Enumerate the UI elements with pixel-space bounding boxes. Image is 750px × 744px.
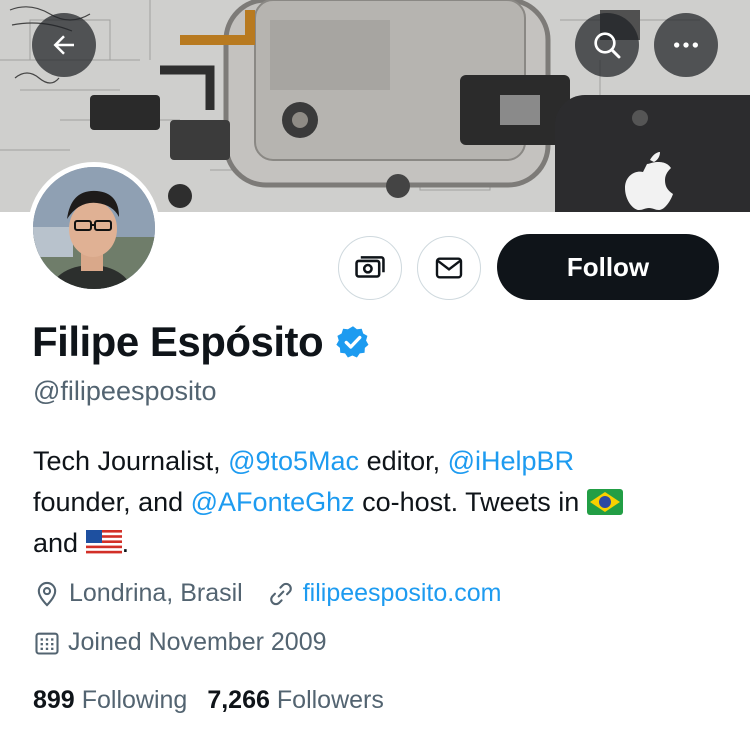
search-icon (594, 32, 621, 59)
user-handle: @filipeesposito (33, 376, 217, 406)
mention-link[interactable]: @9to5Mac (228, 446, 359, 476)
envelope-icon (435, 257, 463, 279)
more-button[interactable] (654, 13, 718, 77)
verified-badge-icon (336, 326, 369, 358)
mention-link[interactable]: @AFonteGhz (191, 487, 355, 517)
tips-button[interactable] (338, 236, 402, 300)
following-link[interactable]: 899 Following (33, 686, 187, 715)
website[interactable]: filipeesposito.com (267, 579, 502, 608)
followers-label: Followers (276, 686, 384, 714)
location-text: Londrina, Brasil (69, 579, 243, 607)
mention-link[interactable]: @iHelpBR (448, 446, 574, 476)
avatar-image (33, 167, 155, 289)
usa-flag-icon (85, 530, 122, 556)
bio-text: editor, (359, 446, 448, 476)
calendar-icon (35, 632, 59, 655)
back-button[interactable] (32, 13, 96, 77)
website-link[interactable]: filipeesposito.com (303, 579, 502, 608)
link-icon (269, 582, 292, 605)
follow-stats: 899 Following 7,266 Followers (33, 686, 384, 715)
followers-link[interactable]: 7,266 Followers (207, 686, 384, 715)
location: Londrina, Brasil (33, 579, 243, 608)
bio-text: founder, and (33, 487, 191, 517)
brazil-flag-icon (586, 489, 623, 515)
bio-text: Tech Journalist, (33, 446, 229, 476)
followers-count: 7,266 (207, 686, 270, 714)
arrow-left-icon (53, 35, 74, 55)
follow-button[interactable]: Follow (497, 234, 719, 300)
profile-bio: Tech Journalist, @9to5Mac editor, @iHelp… (33, 441, 723, 564)
search-button[interactable] (575, 13, 639, 77)
joined-date: Joined November 2009 (33, 628, 327, 657)
following-count: 899 (33, 686, 75, 714)
location-pin-icon (37, 581, 57, 607)
bio-text: co-host. Tweets in (354, 487, 587, 517)
money-icon (355, 256, 385, 278)
more-horizontal-icon (674, 42, 698, 48)
name-row: Filipe Espósito (32, 318, 371, 366)
display-name: Filipe Espósito (32, 318, 324, 365)
message-button[interactable] (417, 236, 481, 300)
following-label: Following (81, 686, 188, 714)
bio-text: . (121, 528, 130, 558)
profile-meta: Londrina, Brasil filipeesposito.com (33, 579, 501, 608)
avatar[interactable] (28, 162, 160, 294)
bio-text: and (33, 528, 86, 558)
joined-text: Joined November 2009 (68, 628, 327, 656)
